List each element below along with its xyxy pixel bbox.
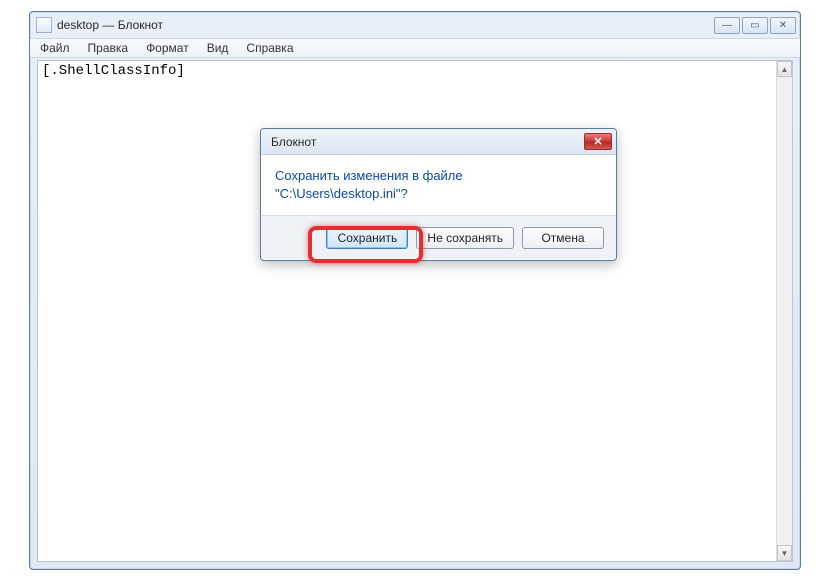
close-icon: ✕ [593,135,602,148]
close-button[interactable]: ✕ [770,17,796,34]
save-button[interactable]: Сохранить [326,227,408,249]
menu-help[interactable]: Справка [242,39,297,57]
menu-view[interactable]: Вид [203,39,233,57]
dialog-titlebar[interactable]: Блокнот ✕ [261,129,616,155]
window-title: desktop — Блокнот [57,18,163,32]
scroll-down-button[interactable]: ▼ [777,545,792,561]
dialog-body: Сохранить изменения в файле "C:\Users\de… [261,155,616,215]
dialog-message-line2: "C:\Users\desktop.ini"? [275,185,602,203]
dialog-footer: Сохранить Не сохранять Отмена [261,215,616,259]
menu-file[interactable]: Файл [36,39,74,57]
titlebar[interactable]: desktop — Блокнот — ▭ ✕ [30,12,800,38]
menu-format[interactable]: Формат [142,39,193,57]
minimize-button[interactable]: — [714,17,740,34]
scroll-up-button[interactable]: ▲ [777,61,792,77]
dialog-message-line1: Сохранить изменения в файле [275,167,602,185]
dialog-title: Блокнот [271,135,316,149]
notepad-icon [36,17,52,33]
notepad-window: desktop — Блокнот — ▭ ✕ Файл Правка Форм… [29,11,801,570]
dont-save-button[interactable]: Не сохранять [416,227,514,249]
menu-edit[interactable]: Правка [84,39,133,57]
save-dialog: Блокнот ✕ Сохранить изменения в файле "C… [260,128,617,261]
menubar: Файл Правка Формат Вид Справка [30,38,800,58]
cancel-button[interactable]: Отмена [522,227,604,249]
dialog-close-button[interactable]: ✕ [584,133,612,150]
maximize-button[interactable]: ▭ [742,17,768,34]
vertical-scrollbar[interactable]: ▲ ▼ [776,61,792,561]
